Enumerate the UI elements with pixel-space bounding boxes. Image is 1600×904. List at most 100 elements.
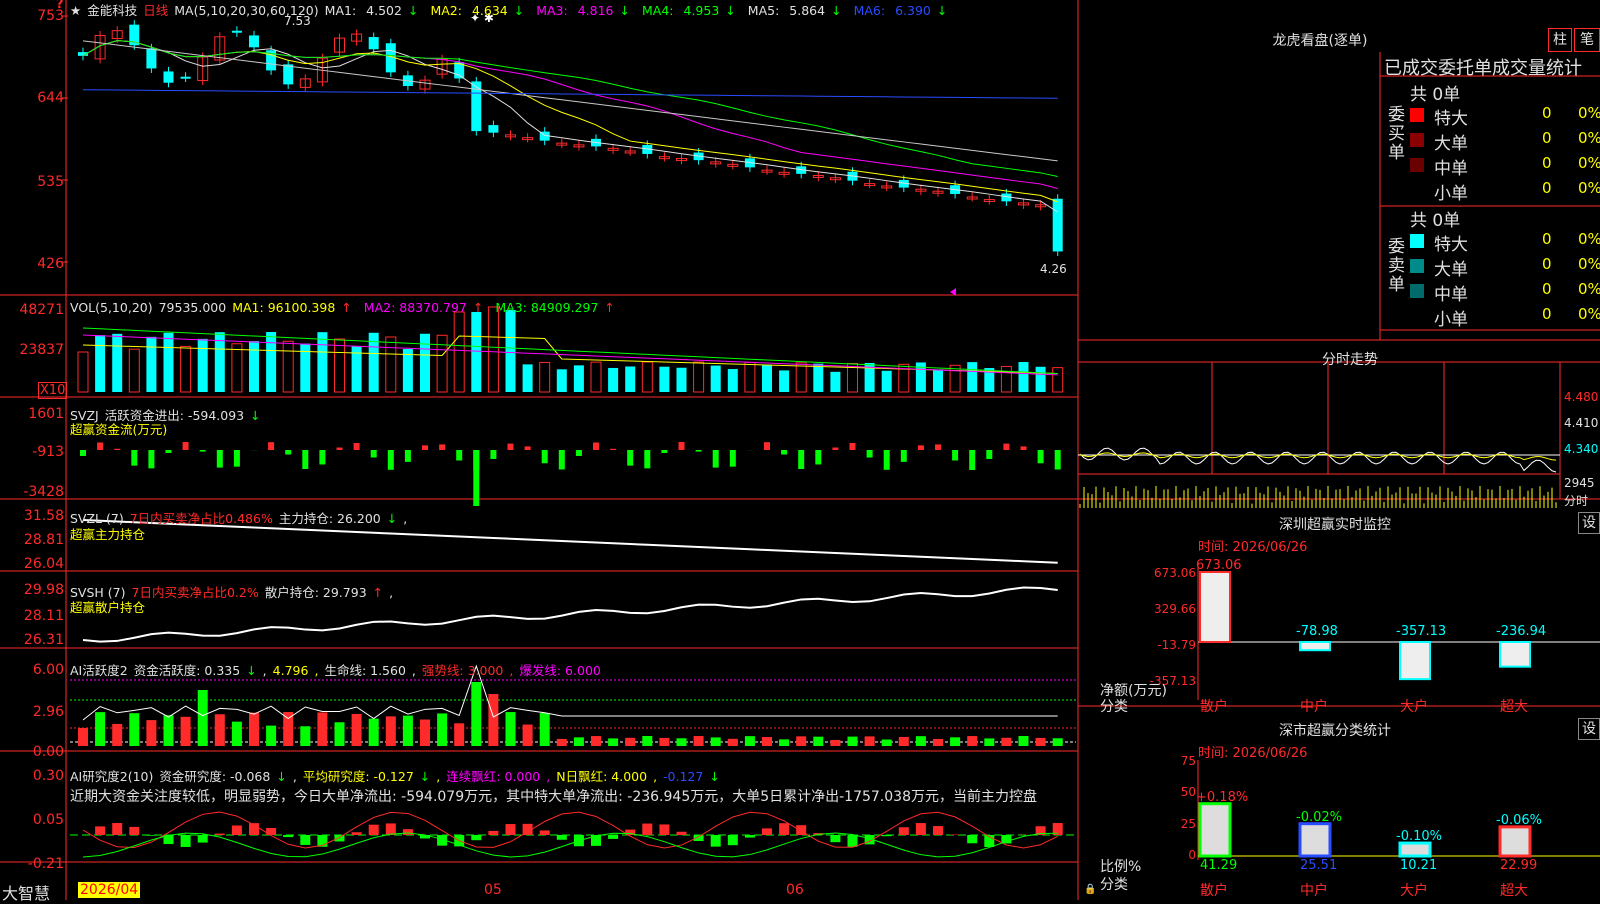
activity-bar-up — [591, 736, 601, 746]
svzl-axis-label: 28.81 — [0, 532, 64, 548]
activity-bar-down — [266, 726, 276, 746]
sz-monitor-axis-label: -13.79 — [1130, 638, 1196, 652]
volume-bar-up — [591, 362, 601, 392]
volume-bar-up — [454, 312, 464, 392]
research-bar-up — [352, 832, 362, 835]
sz-class-settings-button[interactable]: 设 — [1578, 718, 1600, 740]
activity-bar-down — [129, 713, 139, 746]
order-row: 中单00% — [1410, 280, 1600, 302]
activity-bar-up — [865, 736, 875, 746]
fund-flow-bar-out — [884, 450, 890, 470]
volume-bar-up — [181, 346, 191, 392]
sz-monitor-settings-button[interactable]: 设 — [1578, 512, 1600, 534]
ai-research-axis-label: 0.30 — [0, 768, 64, 784]
volume-bar-down — [403, 349, 413, 392]
help-icon[interactable]: ? — [56, 0, 64, 12]
net-flow-bar — [1500, 642, 1530, 667]
price-axis-label: 426 — [0, 256, 64, 272]
fund-flow-bar-in — [679, 442, 685, 450]
svzl-subtitle: 超赢主力持仓 — [70, 524, 145, 543]
activity-bar-up — [694, 736, 704, 746]
lock-icon[interactable]: 🔒 — [1084, 884, 1094, 894]
research-bar-up — [506, 824, 516, 835]
activity-bar-down — [1053, 738, 1063, 746]
intraday-title: 分时走势 — [1100, 349, 1600, 369]
order-count: 0 — [1542, 255, 1552, 273]
order-row: 特大00% — [1410, 230, 1600, 252]
tab-tick-detail[interactable]: 笔 — [1574, 28, 1600, 52]
volume-bar-up — [129, 349, 139, 392]
volume-bar-up — [335, 339, 345, 392]
volume-bar-up — [437, 335, 447, 392]
volume-bar-down — [659, 367, 669, 392]
research-bar-down — [848, 835, 858, 847]
fund-flow-bar-out — [200, 450, 206, 452]
volume-header: VOL(5,10,20)79535.000MA1: 96100.398↑MA2:… — [70, 300, 627, 315]
fund-flow-bar-out — [131, 450, 137, 466]
fund-flow-bar-in — [832, 448, 838, 450]
ratio-bar — [1300, 824, 1330, 856]
ma-line — [83, 41, 1058, 189]
research-bar-up — [112, 823, 122, 835]
research-bar-up — [762, 828, 772, 835]
ai-active-axis-label: 6.00 — [0, 662, 64, 678]
period-label[interactable]: 日线 — [143, 3, 168, 18]
intraday-axis-label: 4.410 — [1564, 416, 1598, 430]
star-icon[interactable]: ★ — [70, 3, 81, 18]
ratio-value-label: 25.51 — [1300, 858, 1337, 873]
category-label: 超大 — [1500, 880, 1528, 900]
activity-bar-up — [181, 717, 191, 746]
order-count: 0 — [1542, 129, 1552, 147]
volume-bar-down — [762, 365, 772, 392]
volume-ma-line — [83, 328, 1058, 374]
ai-research-header: AI研究度2(10)资金研究度: -0.068↓,平均研究度: -0.127↓,… — [70, 766, 732, 785]
ma1-value: MA1: 4.502↓ — [325, 3, 425, 18]
fund-flow-bar-in — [1003, 444, 1009, 450]
svsh-axis-label: 28.11 — [0, 608, 64, 624]
ratio-change-label: -0.10% — [1396, 829, 1442, 844]
order-count: 0 — [1542, 104, 1552, 122]
category-label: 散户 — [1200, 880, 1228, 900]
research-bar-down — [146, 835, 156, 836]
volume-bar-down — [506, 310, 516, 392]
order-size-label: 特大 — [1434, 230, 1468, 255]
kline-chart-area[interactable]: ✦ ✱ — [0, 0, 1600, 900]
svzl-axis-label: 26.04 — [0, 556, 64, 572]
order-size-label: 大单 — [1434, 129, 1468, 154]
volume-bar-up — [1001, 366, 1011, 392]
ma-line — [83, 41, 1058, 202]
fund-flow-bar-in — [268, 442, 274, 450]
fund-flow-bar-out — [901, 450, 907, 462]
volume-bar-down — [882, 371, 892, 392]
order-row: 小单00% — [1410, 179, 1600, 201]
high-price-mark: 7.53 — [284, 14, 311, 28]
order-size-label: 中单 — [1434, 280, 1468, 305]
price-axis-label: 535 — [0, 174, 64, 190]
activity-bar-up — [762, 737, 772, 746]
fund-flow-bar-out — [952, 450, 958, 460]
ai-active-header: AI活跃度2资金活跃度: 0.335↓,4.796,生命线: 1.560,强势线… — [70, 660, 613, 679]
volume-bar-down — [625, 366, 635, 392]
activity-bar-down — [574, 737, 584, 746]
sell-side-label: 委卖单 — [1388, 238, 1406, 295]
volume-axis-label: 48271 — [0, 302, 64, 318]
sz-class-time: 时间: 2026/06/26 — [1198, 742, 1307, 761]
ratio-change-label: -0.02% — [1296, 810, 1342, 825]
sz-class-axis-label: 75 — [1130, 754, 1196, 768]
tab-bar-chart[interactable]: 柱 — [1548, 28, 1572, 52]
research-bar-up — [779, 823, 789, 835]
volume-bar-down — [830, 372, 840, 392]
activity-bar-up — [899, 737, 909, 746]
activity-bar-down — [95, 712, 105, 746]
volume-ma-line — [83, 335, 1058, 375]
volume-bar-down — [420, 334, 430, 392]
order-percent: 0% — [1578, 179, 1600, 197]
volume-bar-up — [694, 362, 704, 392]
candle-body-down — [181, 77, 191, 79]
dragon-panel-title: 龙虎看盘(逐单) — [1100, 30, 1540, 50]
activity-bar-down — [369, 719, 379, 746]
volume-bar-down — [711, 366, 721, 392]
fund-flow-bar-out — [234, 450, 240, 467]
order-row: 大单00% — [1410, 129, 1600, 151]
activity-bar-down — [848, 737, 858, 746]
